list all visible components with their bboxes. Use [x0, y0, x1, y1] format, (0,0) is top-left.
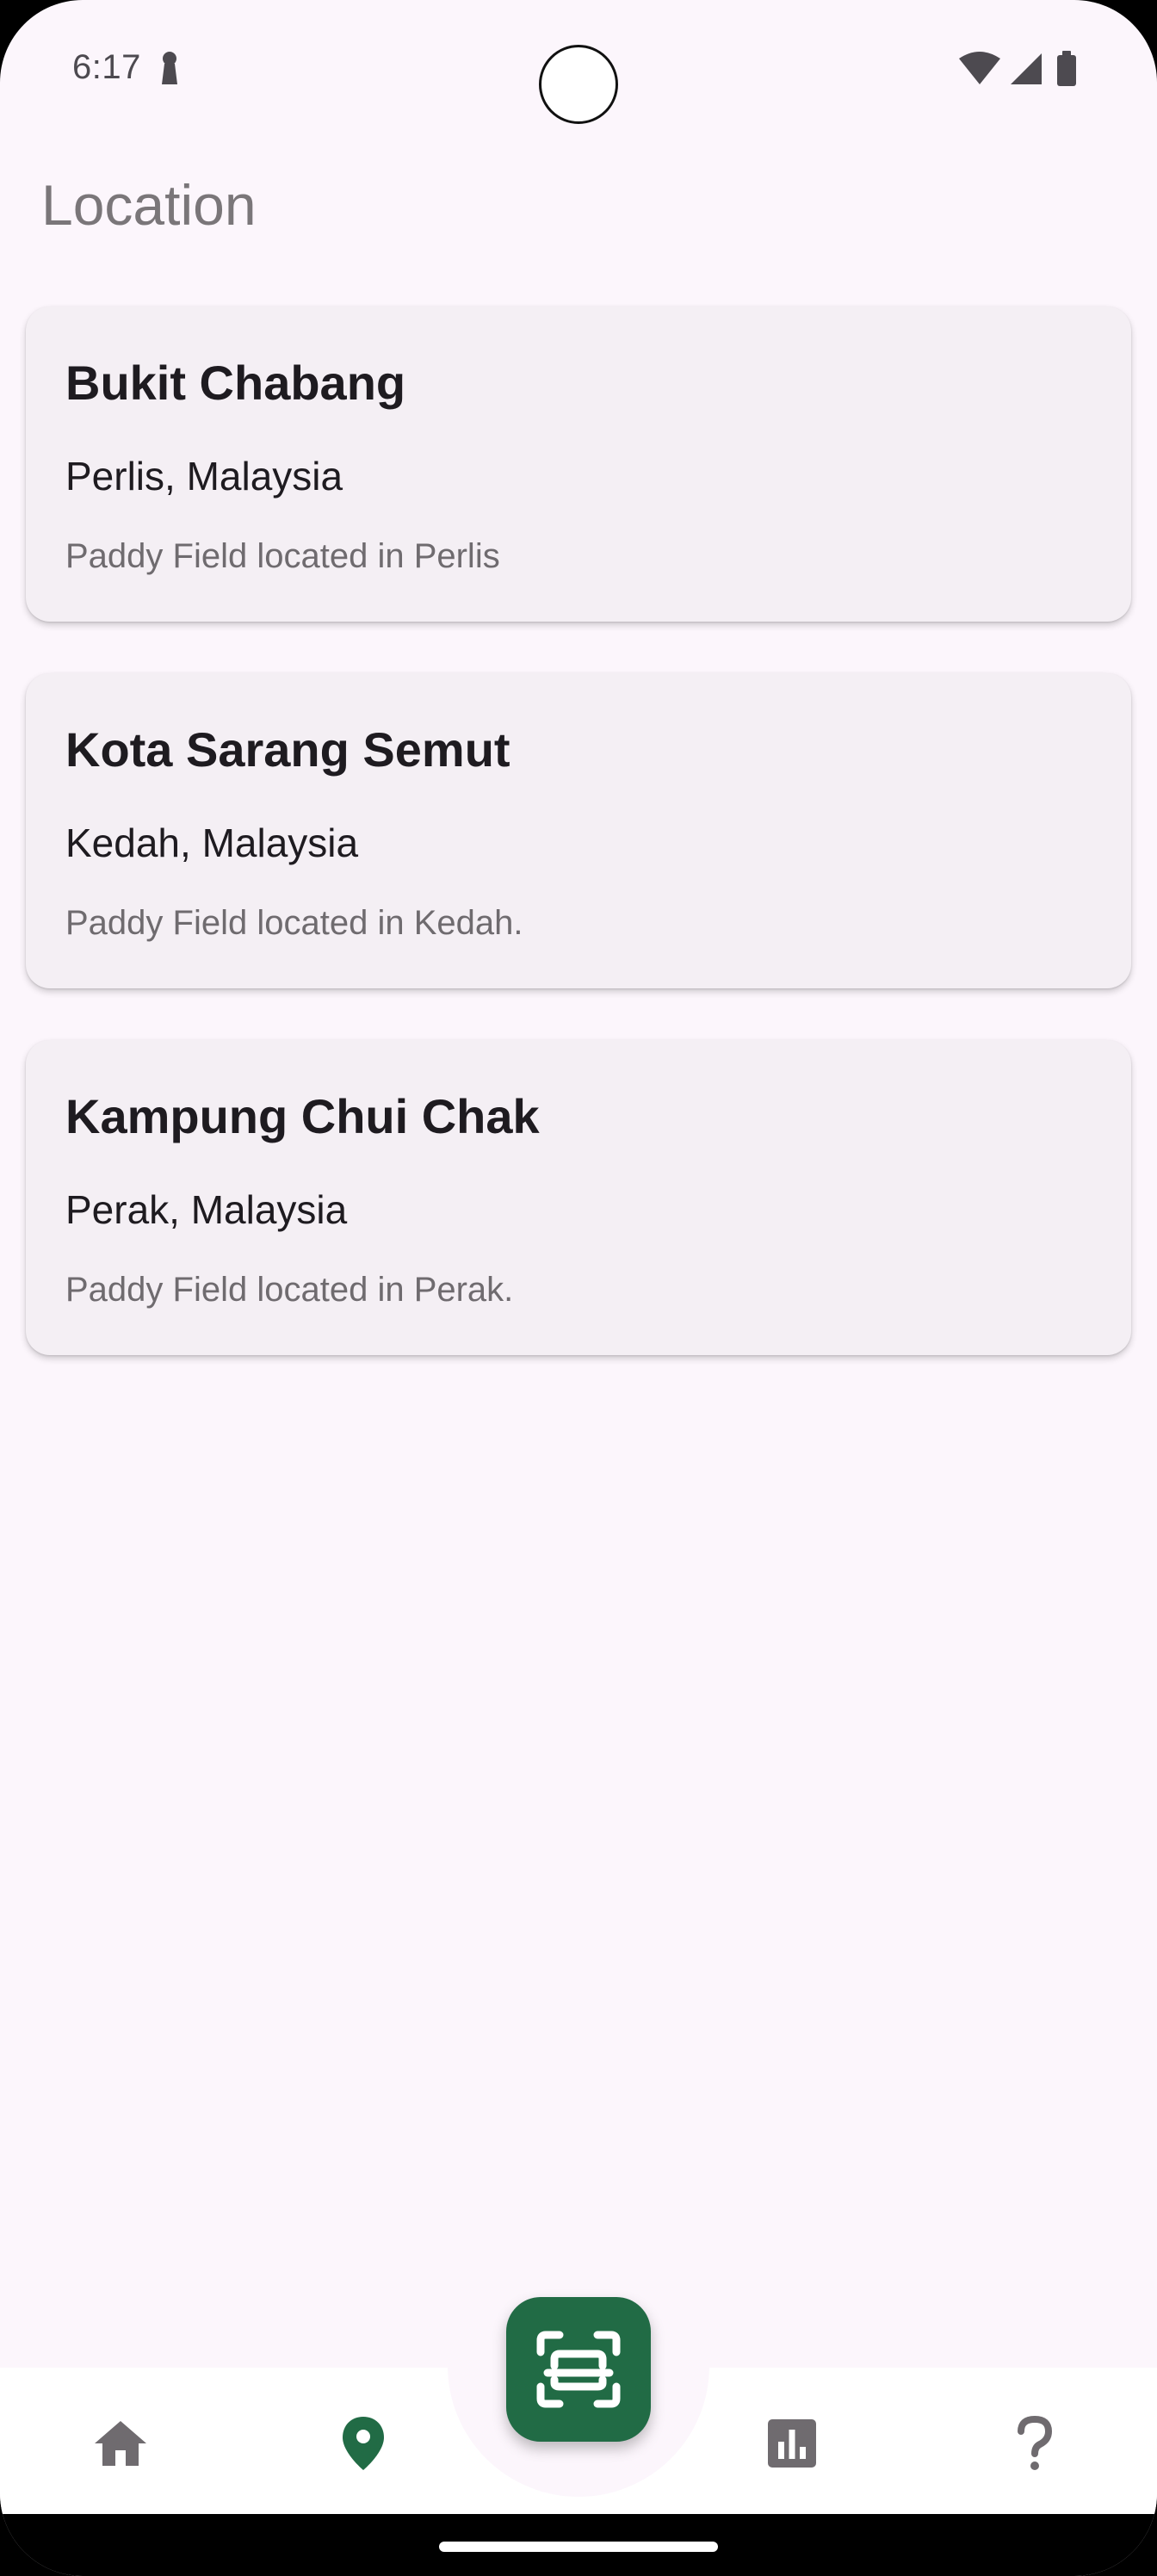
location-card[interactable]: Kampung Chui Chak Perak, Malaysia Paddy … [26, 1040, 1131, 1355]
help-question-icon [1018, 2416, 1053, 2470]
wifi-icon [959, 52, 1000, 84]
app-screen: 6:17 Location Bukit Chabang Perlis, Mala… [0, 0, 1157, 2576]
battery-icon [1057, 51, 1076, 86]
location-description: Paddy Field located in Kedah. [65, 904, 523, 942]
location-card[interactable]: Bukit Chabang Perlis, Malaysia Paddy Fie… [26, 307, 1131, 622]
location-region: Perlis, Malaysia [65, 454, 343, 498]
lock-icon [162, 52, 177, 84]
bar-chart-icon [768, 2419, 816, 2468]
status-bar: 6:17 [0, 0, 1157, 138]
status-time: 6:17 [72, 48, 141, 86]
location-region: Perak, Malaysia [65, 1187, 348, 1232]
status-icons [959, 51, 1076, 86]
home-icon [95, 2421, 146, 2466]
location-description: Paddy Field located in Perak. [65, 1271, 514, 1309]
nav-location-button[interactable] [320, 2400, 406, 2486]
location-card[interactable]: Kota Sarang Semut Kedah, Malaysia Paddy … [26, 673, 1131, 988]
scan-icon [536, 2331, 621, 2408]
page-title: Location [41, 173, 257, 237]
location-name: Kota Sarang Semut [65, 722, 510, 777]
location-pin-icon [343, 2417, 384, 2470]
scan-fab-button[interactable] [506, 2297, 651, 2442]
nav-help-button[interactable] [992, 2400, 1078, 2486]
location-description: Paddy Field located in Perlis [65, 537, 500, 575]
camera-cutout [539, 45, 618, 124]
location-name: Bukit Chabang [65, 356, 406, 410]
nav-home-button[interactable] [77, 2400, 164, 2486]
location-region: Kedah, Malaysia [65, 820, 359, 865]
location-name: Kampung Chui Chak [65, 1089, 540, 1143]
cellular-signal-icon [1011, 53, 1042, 84]
gesture-handle[interactable] [439, 2542, 718, 2552]
nav-statistics-button[interactable] [749, 2400, 835, 2486]
